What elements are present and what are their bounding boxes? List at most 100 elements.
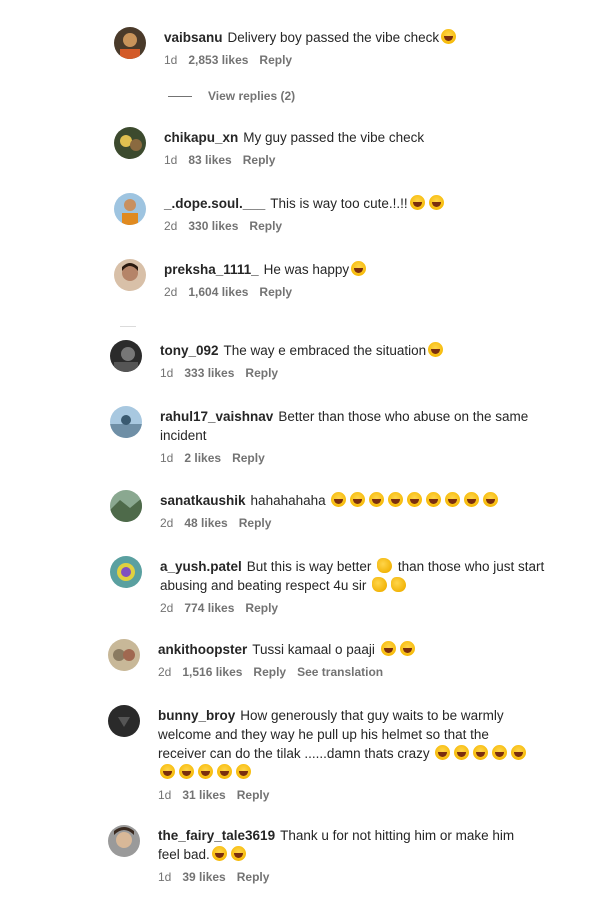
comment-item: the_fairy_tale3619 Thank u for not hittin… (158, 826, 538, 884)
face-with-tears-of-joy-icon (350, 492, 366, 507)
face-with-tears-of-joy-icon (426, 492, 442, 507)
comment-username[interactable]: ankithoopster (158, 642, 247, 657)
reply-button[interactable]: Reply (245, 366, 278, 380)
comment-username[interactable]: a_yush.patel (160, 559, 242, 574)
avatar[interactable] (110, 340, 142, 372)
reply-button[interactable]: Reply (237, 788, 270, 802)
likes-count[interactable]: 83 likes (188, 153, 231, 167)
avatar[interactable] (108, 705, 140, 737)
comment-age: 2d (160, 516, 174, 530)
likes-count[interactable]: 31 likes (182, 788, 225, 802)
comment-item: rahul17_vaishnav Better than those who ab… (160, 407, 550, 465)
view-replies-label: View replies (2) (208, 89, 296, 103)
comment-username[interactable]: preksha_1111_ (164, 262, 259, 277)
raising-hands-icon (391, 577, 407, 592)
likes-count[interactable]: 2 likes (184, 451, 221, 465)
avatar[interactable] (114, 127, 146, 159)
reply-button[interactable]: Reply (232, 451, 265, 465)
face-with-tears-of-joy-icon (511, 745, 527, 760)
comment-username[interactable]: the_fairy_tale3619 (158, 828, 275, 843)
face-with-tears-of-joy-icon (399, 641, 415, 656)
comment-text: My guy passed the vibe check (243, 130, 425, 145)
face-with-tears-of-joy-icon (409, 195, 425, 210)
reply-button[interactable]: Reply (249, 219, 282, 233)
reply-button[interactable]: Reply (239, 516, 272, 530)
face-with-tears-of-joy-icon (445, 492, 461, 507)
comment-item: bunny_broy How generously that guy waits … (158, 706, 538, 802)
divider (168, 95, 192, 97)
likes-count[interactable]: 333 likes (184, 366, 234, 380)
comment-item: preksha_1111_ He was happy 2d 1,604 likes R… (164, 260, 600, 299)
avatar[interactable] (114, 27, 146, 59)
avatar[interactable] (114, 193, 146, 225)
comment-age: 1d (164, 153, 178, 167)
likes-count[interactable]: 330 likes (188, 219, 238, 233)
comment-text: He was happy (263, 262, 350, 277)
avatar[interactable] (108, 639, 140, 671)
comment-age: 2d (158, 665, 172, 679)
comment-username[interactable]: sanatkaushik (160, 493, 246, 508)
face-with-tears-of-joy-icon (236, 764, 251, 779)
comment-text: The way e embraced the situation (223, 343, 427, 358)
comment-username[interactable]: chikapu_xn (164, 130, 238, 145)
face-with-tears-of-joy-icon (483, 492, 499, 507)
face-with-tears-of-joy-icon (435, 745, 451, 760)
comment-age: 1d (158, 870, 172, 884)
comment-username[interactable]: bunny_broy (158, 708, 235, 723)
avatar[interactable] (110, 556, 142, 588)
face-with-tears-of-joy-icon (331, 492, 347, 507)
comment-item: chikapu_xn My guy passed the vibe check 1… (164, 128, 600, 167)
reply-button[interactable]: Reply (237, 870, 270, 884)
likes-count[interactable]: 1,604 likes (188, 285, 248, 299)
see-translation-button[interactable]: See translation (297, 665, 383, 679)
comment-age: 2d (160, 601, 174, 615)
face-with-tears-of-joy-icon (473, 745, 489, 760)
face-with-tears-of-joy-icon (198, 764, 213, 779)
likes-count[interactable]: 39 likes (182, 870, 225, 884)
likes-count[interactable]: 1,516 likes (182, 665, 242, 679)
face-with-tears-of-joy-icon (217, 764, 232, 779)
comment-username[interactable]: tony_092 (160, 343, 219, 358)
view-replies-button[interactable]: View replies (2) (168, 89, 295, 103)
face-with-tears-of-joy-icon (211, 846, 227, 861)
avatar[interactable] (110, 406, 142, 438)
comment-username[interactable]: vaibsanu (164, 30, 223, 45)
comment-text: But this is way better (246, 559, 372, 574)
face-with-tears-of-joy-icon (441, 29, 457, 44)
reply-button[interactable]: Reply (253, 665, 286, 679)
comment-text: hahahahaha (250, 493, 326, 508)
avatar[interactable] (108, 825, 140, 857)
comment-age: 1d (158, 788, 172, 802)
clapping-hands-icon (372, 577, 388, 592)
face-with-tears-of-joy-icon (428, 195, 444, 210)
reply-button[interactable]: Reply (243, 153, 276, 167)
face-with-tears-of-joy-icon (160, 764, 175, 779)
avatar[interactable] (110, 490, 142, 522)
likes-count[interactable]: 48 likes (184, 516, 227, 530)
comment-username[interactable]: _.dope.soul.___ (164, 196, 265, 211)
clapping-hands-icon (377, 558, 393, 573)
face-with-tears-of-joy-icon (407, 492, 423, 507)
face-with-tears-of-joy-icon (380, 641, 396, 656)
face-with-tears-of-joy-icon (369, 492, 385, 507)
face-with-tears-of-joy-icon (351, 261, 367, 276)
face-with-tears-of-joy-icon (492, 745, 508, 760)
face-with-tears-of-joy-icon (179, 764, 194, 779)
comment-item: a_yush.patel But this is way better than … (160, 557, 560, 615)
face-with-tears-of-joy-icon (454, 745, 470, 760)
comment-age: 2d (164, 285, 178, 299)
reply-button[interactable]: Reply (245, 601, 278, 615)
avatar[interactable] (114, 259, 146, 291)
reply-button[interactable]: Reply (259, 285, 292, 299)
likes-count[interactable]: 2,853 likes (188, 53, 248, 67)
face-with-tears-of-joy-icon (230, 846, 246, 861)
comment-item: sanatkaushik hahahahaha 2d 48 likes Reply (160, 491, 600, 530)
face-with-tears-of-joy-icon (464, 492, 480, 507)
comment-age: 1d (160, 451, 174, 465)
comment-username[interactable]: rahul17_vaishnav (160, 409, 273, 424)
comment-text: This is way too cute.!.!! (270, 196, 408, 211)
likes-count[interactable]: 774 likes (184, 601, 234, 615)
reply-button[interactable]: Reply (259, 53, 292, 67)
comment-item: vaibsanu Delivery boy passed the vibe che… (164, 28, 600, 67)
comment-age: 2d (164, 219, 178, 233)
